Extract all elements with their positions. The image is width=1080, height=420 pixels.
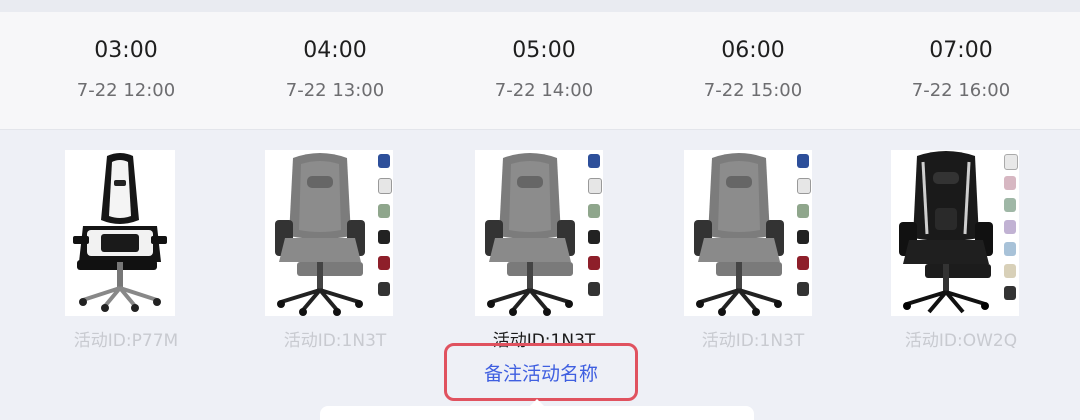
gaming-chair-icon [73, 153, 167, 312]
slot-time: 03:00 [94, 38, 158, 63]
color-variant-strip [1001, 150, 1019, 316]
gaming-chair-icon [485, 153, 575, 316]
product-image-chair-black-white[interactable] [65, 150, 175, 316]
time-slot-header: 03:00 7-22 12:00 04:00 7-22 13:00 05:00 … [0, 12, 1080, 130]
product-image-chair-grey[interactable] [265, 150, 393, 316]
slot-time: 06:00 [721, 38, 785, 63]
remark-activity-name-button[interactable]: 备注活动名称 [444, 343, 638, 401]
bottom-popover-panel [320, 406, 754, 420]
color-variant-strip [585, 150, 603, 316]
slot-date: 7-22 12:00 [76, 80, 176, 101]
slot-time: 05:00 [512, 38, 576, 63]
gaming-chair-icon [694, 153, 784, 316]
slot-date: 7-22 14:00 [494, 80, 594, 101]
slot-time: 07:00 [929, 38, 993, 63]
activity-id-label: 活动ID:1N3T [701, 331, 805, 351]
color-variant-strip [794, 150, 812, 316]
slot-date: 7-22 13:00 [285, 80, 385, 101]
gaming-chair-icon [275, 153, 365, 316]
product-image-chair-black[interactable] [891, 150, 1019, 316]
activity-id-label: 活动ID:1N3T [283, 331, 387, 351]
gaming-chair-icon [899, 151, 993, 314]
product-image-chair-grey[interactable] [684, 150, 812, 316]
slot-date: 7-22 16:00 [911, 80, 1011, 101]
slot-time: 04:00 [303, 38, 367, 63]
product-image-chair-grey[interactable] [475, 150, 603, 316]
color-variant-strip [375, 150, 393, 316]
slot-date: 7-22 15:00 [703, 80, 803, 101]
activity-id-label: 活动ID:OW2Q [904, 331, 1018, 351]
activity-id-label: 活动ID:P77M [73, 331, 179, 351]
top-band [0, 0, 1080, 12]
